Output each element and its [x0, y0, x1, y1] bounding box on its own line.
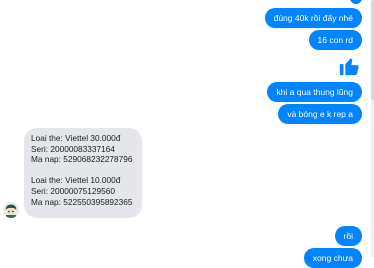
contact-avatar[interactable]: [3, 202, 19, 218]
outgoing-message[interactable]: đúng 40k rồi đấy nhé: [264, 8, 362, 28]
message-line: Ma nap: 522550395892365: [31, 196, 133, 207]
previous-message-bubble: [350, 0, 362, 4]
message-line: Ma nap: 529068232278796: [31, 154, 133, 165]
outgoing-message[interactable]: 16 con rd: [308, 30, 362, 50]
outgoing-message[interactable]: xong chưa: [303, 248, 362, 268]
message-line: Seri: 20000083337164: [31, 143, 115, 154]
outgoing-message[interactable]: và bóng e k rep a: [278, 104, 362, 124]
message-line: Seri: 20000075129560: [31, 185, 115, 196]
message-line: Loai the: Viettel 10.000đ: [31, 175, 121, 186]
outgoing-message[interactable]: rồi: [334, 226, 362, 246]
outgoing-message[interactable]: khi a qua thung lũng: [267, 82, 362, 102]
message-line: Loai the: Viettel 30.000đ: [31, 133, 121, 143]
thumbs-up-icon[interactable]: [338, 55, 360, 77]
incoming-message[interactable]: Loai the: Viettel 30.000đ Seri: 20000083…: [24, 128, 142, 218]
avatar-image: [3, 202, 19, 218]
